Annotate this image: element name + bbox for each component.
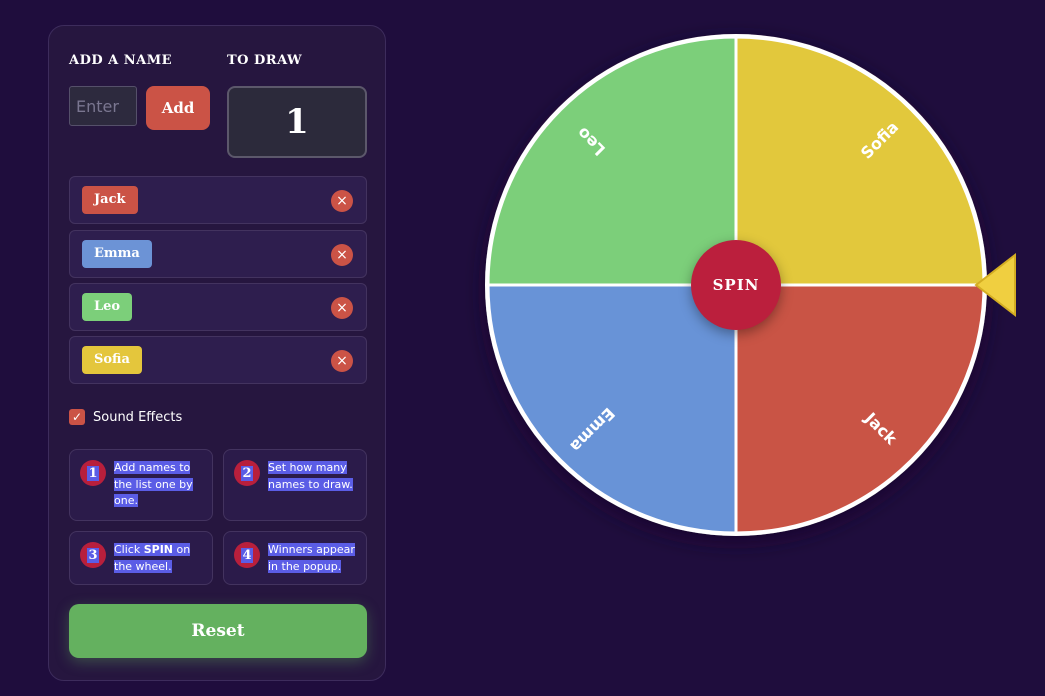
wheel-segment (734, 35, 986, 287)
name-input[interactable] (69, 86, 137, 126)
wheel-segment (486, 283, 738, 535)
add-button[interactable]: Add (146, 86, 210, 130)
checkbox-checked-icon[interactable]: ✓ (69, 409, 85, 425)
spin-wheel[interactable]: Sofia Jack Emma Leo SPIN (470, 20, 1016, 560)
to-draw-label: TO DRAW (227, 53, 303, 68)
step-card: 1 Add names to the list one by one. (69, 449, 213, 521)
name-chip: Emma (82, 240, 152, 268)
name-chip: Jack (82, 186, 138, 214)
delete-icon[interactable]: × (331, 190, 353, 212)
control-panel: ADD A NAME TO DRAW Add 1 Jack × Emma × L… (48, 25, 386, 681)
wheel-segment (486, 35, 738, 287)
step-card: 3 Click SPIN on the wheel. (69, 531, 213, 585)
step-number: 3 (80, 542, 106, 568)
step-text: Winners appear in the popup. (268, 543, 355, 573)
list-item: Emma × (69, 230, 367, 278)
list-item: Jack × (69, 176, 367, 224)
wheel-segment (734, 283, 986, 535)
delete-icon[interactable]: × (331, 350, 353, 372)
sound-effects-label: Sound Effects (93, 409, 183, 425)
step-text: Add names to the list one by one. (114, 461, 193, 507)
step-card: 2 Set how many names to draw. (223, 449, 367, 521)
spin-button[interactable]: SPIN (691, 240, 781, 330)
list-item: Sofia × (69, 336, 367, 384)
delete-icon[interactable]: × (331, 244, 353, 266)
step-text: Click SPIN on the wheel. (114, 543, 191, 573)
delete-icon[interactable]: × (331, 297, 353, 319)
reset-button[interactable]: Reset (69, 604, 367, 658)
name-chip: Leo (82, 293, 133, 321)
sound-effects-toggle[interactable]: ✓ Sound Effects (69, 409, 182, 425)
step-card: 4 Winners appear in the popup. (223, 531, 367, 585)
step-number: 2 (234, 460, 260, 486)
add-name-label: ADD A NAME (69, 53, 173, 68)
list-item: Leo × (69, 283, 367, 331)
step-text: Set how many names to draw. (268, 461, 353, 491)
step-number: 1 (80, 460, 106, 486)
name-chip: Sofia (82, 346, 142, 374)
draw-count-field[interactable]: 1 (227, 86, 367, 158)
step-number: 4 (234, 542, 260, 568)
